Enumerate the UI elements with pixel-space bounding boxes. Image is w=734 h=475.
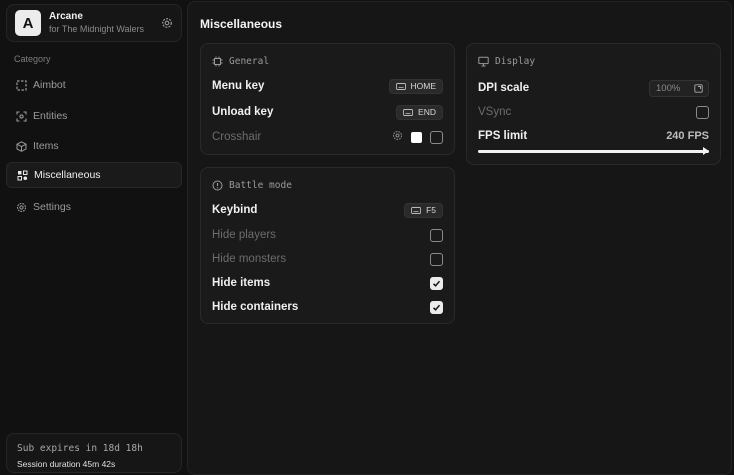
sidebar-item-label: Items — [33, 140, 59, 152]
fps-limit-slider[interactable] — [478, 150, 709, 153]
vsync-row: VSync — [478, 102, 709, 122]
menu-key-button[interactable]: HOME — [389, 79, 444, 94]
general-panel: General Menu key HOME Unload key END Cro… — [200, 43, 455, 155]
page-title: Miscellaneous — [200, 17, 282, 31]
sidebar-item-aimbot[interactable]: Aimbot — [6, 72, 182, 98]
display-panel: Display DPI scale 100% VSync FPS limit 2… — [466, 43, 721, 165]
unload-key-value: END — [418, 107, 436, 117]
crosshair-row: Crosshair — [212, 127, 443, 147]
dpi-scale-value: 100% — [656, 83, 680, 94]
gear-icon — [15, 201, 27, 213]
check-icon — [432, 279, 441, 288]
dpi-scale-label: DPI scale — [478, 82, 529, 94]
vsync-label: VSync — [478, 106, 511, 118]
battle-mode-header: Battle mode — [212, 180, 292, 191]
hide-items-label: Hide items — [212, 277, 270, 289]
sidebar-item-miscellaneous[interactable]: Miscellaneous — [6, 162, 182, 188]
app-header: A Arcane for The Midnight Walers — [6, 4, 182, 42]
unload-key-label: Unload key — [212, 106, 273, 118]
keybind-button[interactable]: F5 — [404, 203, 443, 218]
box-icon — [15, 140, 27, 152]
hide-monsters-label: Hide monsters — [212, 253, 286, 265]
fps-limit-slider-handle[interactable] — [703, 147, 709, 155]
app-name: Arcane — [49, 11, 83, 22]
hide-players-label: Hide players — [212, 229, 276, 241]
category-label: Category — [14, 54, 51, 64]
expand-icon — [694, 84, 703, 93]
crosshair-checkbox[interactable] — [430, 131, 443, 144]
keybind-label: Keybind — [212, 204, 257, 216]
keybind-row: Keybind F5 — [212, 200, 443, 220]
menu-key-value: HOME — [411, 81, 437, 91]
sidebar-item-settings[interactable]: Settings — [6, 194, 182, 220]
general-header: General — [212, 56, 269, 67]
keyboard-icon — [403, 109, 413, 116]
app-subtitle: for The Midnight Walers — [49, 24, 144, 34]
scan-face-icon — [15, 110, 27, 122]
sidebar-item-entities[interactable]: Entities — [6, 103, 182, 129]
sidebar-item-label: Miscellaneous — [34, 169, 101, 181]
sidebar-item-items[interactable]: Items — [6, 133, 182, 159]
unload-key-button[interactable]: END — [396, 105, 443, 120]
crosshair-dashed-icon — [15, 79, 27, 91]
check-icon — [432, 303, 441, 312]
hide-items-row: Hide items — [212, 273, 443, 293]
hide-players-row: Hide players — [212, 225, 443, 245]
crosshair-color-swatch[interactable] — [411, 132, 422, 143]
hide-containers-label: Hide containers — [212, 301, 298, 313]
keyboard-icon — [396, 83, 406, 90]
chip-icon — [212, 56, 223, 67]
fps-limit-value: 240 FPS — [666, 130, 709, 142]
session-footer: Sub expires in 18d 18h Session duration … — [6, 433, 182, 473]
gear-icon[interactable] — [160, 16, 174, 30]
sidebar-item-label: Entities — [33, 110, 67, 122]
vsync-checkbox[interactable] — [696, 106, 709, 119]
subscription-status: Sub expires in 18d 18h — [17, 443, 143, 454]
hide-containers-checkbox[interactable] — [430, 301, 443, 314]
hide-monsters-checkbox[interactable] — [430, 253, 443, 266]
alert-circle-icon — [212, 180, 223, 191]
main-content: Miscellaneous General Menu key HOME Unlo… — [187, 1, 732, 475]
hide-containers-row: Hide containers — [212, 297, 443, 317]
crosshair-label: Crosshair — [212, 131, 261, 143]
fps-limit-label: FPS limit — [478, 130, 527, 142]
battle-mode-panel: Battle mode Keybind F5 Hide players Hide… — [200, 167, 455, 324]
display-header: Display — [478, 56, 535, 67]
hide-items-checkbox[interactable] — [430, 277, 443, 290]
monitor-icon — [478, 56, 489, 67]
sidebar-item-label: Settings — [33, 201, 71, 213]
fps-limit-slider-fill — [478, 150, 709, 153]
menu-key-row: Menu key HOME — [212, 76, 443, 96]
hide-players-checkbox[interactable] — [430, 229, 443, 242]
app-logo: A — [15, 10, 41, 36]
keybind-value: F5 — [426, 205, 436, 215]
fps-limit-row: FPS limit 240 FPS — [478, 126, 709, 146]
dpi-scale-row: DPI scale 100% — [478, 78, 709, 98]
crosshair-settings-icon[interactable] — [392, 128, 403, 146]
unload-key-row: Unload key END — [212, 102, 443, 122]
dpi-scale-input[interactable]: 100% — [649, 80, 709, 97]
keyboard-icon — [411, 207, 421, 214]
hide-monsters-row: Hide monsters — [212, 249, 443, 269]
sidebar-item-label: Aimbot — [33, 79, 66, 91]
sidebar: A Arcane for The Midnight Walers Categor… — [0, 0, 187, 475]
grid-mixed-icon — [16, 169, 28, 181]
menu-key-label: Menu key — [212, 80, 264, 92]
session-duration: Session duration 45m 42s — [17, 459, 115, 469]
